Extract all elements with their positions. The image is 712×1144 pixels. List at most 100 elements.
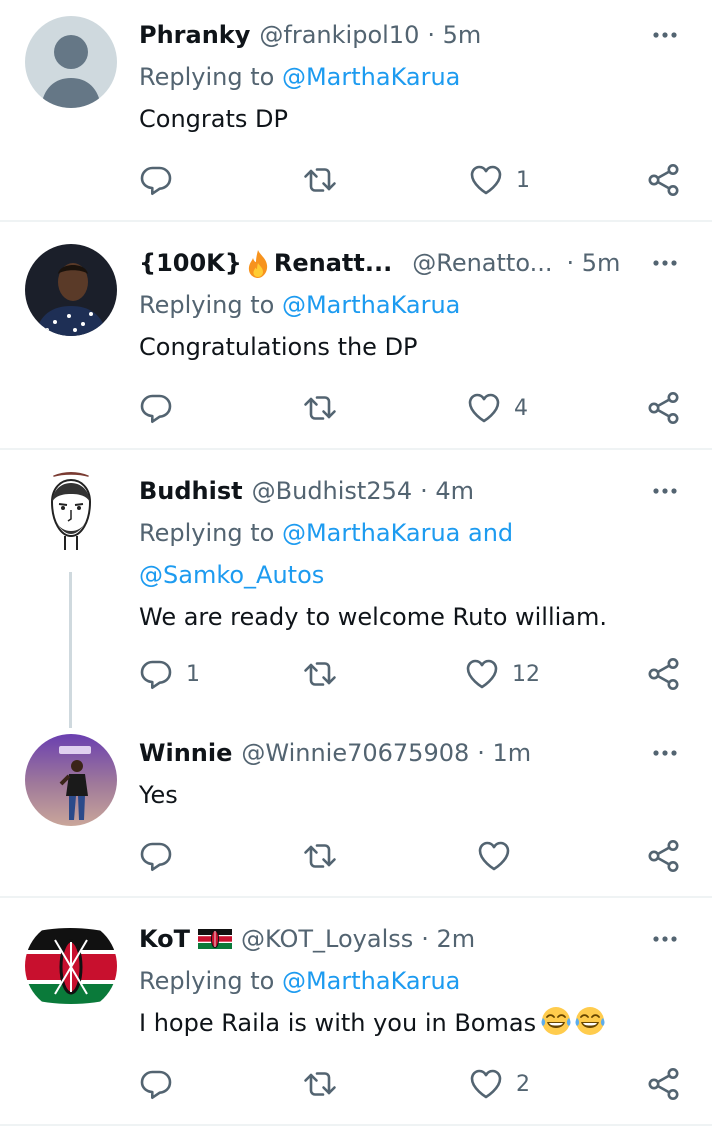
mention-link[interactable]: @MarthaKarua xyxy=(282,63,460,91)
retweet-icon xyxy=(302,838,338,874)
like-icon xyxy=(476,838,512,874)
laughing-emoji-icon xyxy=(540,1005,572,1037)
like-count: 12 xyxy=(512,661,540,687)
display-name[interactable]: KoT xyxy=(139,924,190,954)
retweet-icon xyxy=(302,656,338,692)
timestamp[interactable]: · 1m xyxy=(477,738,531,768)
timestamp[interactable]: · 5m xyxy=(427,20,481,50)
like-button[interactable]: 12 xyxy=(464,654,540,694)
action-bar: 2 xyxy=(0,1064,712,1104)
reply-icon xyxy=(138,162,174,198)
share-button[interactable] xyxy=(646,654,682,694)
retweet-icon xyxy=(302,1066,338,1102)
reply-button[interactable] xyxy=(138,160,186,200)
kenya-flag-icon xyxy=(198,929,232,949)
reply-icon xyxy=(138,656,174,692)
more-icon[interactable] xyxy=(650,20,680,50)
display-name[interactable]: Winnie xyxy=(139,738,232,768)
tweet-item[interactable]: Phranky @frankipol10 · 5m Replying to @M… xyxy=(0,0,712,222)
display-name-prefix: {100K} xyxy=(139,248,242,277)
replying-to-label: Replying to xyxy=(139,291,275,319)
share-icon xyxy=(646,1066,682,1102)
like-button[interactable]: 1 xyxy=(468,160,530,200)
like-button[interactable]: 2 xyxy=(468,1064,530,1104)
tweet-item[interactable]: Budhist @Budhist254 · 4m Replying to @Ma… xyxy=(0,450,712,728)
more-icon[interactable] xyxy=(650,924,680,954)
share-button[interactable] xyxy=(646,836,682,876)
replying-to-label: Replying to xyxy=(139,519,275,547)
more-icon[interactable] xyxy=(650,738,680,768)
kenya-flag-avatar[interactable] xyxy=(25,920,117,1012)
reply-button[interactable]: 1 xyxy=(138,654,200,694)
tweet-text: Yes xyxy=(139,781,178,809)
share-icon xyxy=(646,838,682,874)
reply-button[interactable] xyxy=(138,1064,186,1104)
photo-avatar[interactable] xyxy=(25,734,117,826)
like-button[interactable] xyxy=(476,836,524,876)
display-name-suffix: Renatt... xyxy=(273,248,393,277)
more-icon[interactable] xyxy=(650,476,680,506)
replying-to-label: Replying to xyxy=(139,967,275,995)
timestamp[interactable]: · 2m xyxy=(421,924,475,954)
retweet-button[interactable] xyxy=(302,160,350,200)
share-button[interactable] xyxy=(646,160,682,200)
flame-icon xyxy=(244,249,272,279)
retweet-icon xyxy=(302,390,338,426)
like-count: 4 xyxy=(514,395,528,421)
share-button[interactable] xyxy=(646,388,682,428)
user-handle[interactable]: @KOT_Loyalss xyxy=(241,924,413,954)
retweet-button[interactable] xyxy=(302,836,350,876)
replying-to: Replying to @MarthaKarua xyxy=(139,284,682,326)
display-name[interactable]: Phranky xyxy=(139,20,250,50)
mention-link[interactable]: @MarthaKarua xyxy=(282,291,460,319)
action-bar xyxy=(0,836,712,876)
display-name[interactable]: {100K} Renatt... xyxy=(139,248,392,279)
user-handle[interactable]: @Winnie70675908 xyxy=(241,738,469,768)
laughing-emoji-icon xyxy=(574,1005,606,1037)
user-handle[interactable]: @Renatto... xyxy=(412,248,552,278)
tweet-text-block: I hope Raila is with you in Bomas xyxy=(139,1002,682,1044)
tweet-text: Congrats DP xyxy=(139,105,288,133)
tweet-item[interactable]: KoT @KOT_Loyalss · 2m Replying to @Marth… xyxy=(0,898,712,1126)
tweet-text: Congratulations the DP xyxy=(139,333,418,361)
thread-connector xyxy=(69,572,72,728)
tweet-text: We are ready to welcome Ruto william. xyxy=(139,603,608,631)
default-avatar[interactable] xyxy=(25,16,117,108)
mention-link[interactable]: @MarthaKarua xyxy=(282,967,460,995)
reply-icon xyxy=(138,390,174,426)
user-handle[interactable]: @frankipol10 xyxy=(259,20,419,50)
user-handle[interactable]: @Budhist254 xyxy=(252,476,413,506)
reply-icon xyxy=(138,1066,174,1102)
drawn-face-avatar[interactable] xyxy=(25,472,117,564)
action-bar: 4 xyxy=(0,388,712,428)
share-icon xyxy=(646,162,682,198)
like-count: 1 xyxy=(516,167,530,193)
like-icon xyxy=(468,1066,504,1102)
replying-to: Replying to @MarthaKarua xyxy=(139,56,682,98)
reply-icon xyxy=(138,838,174,874)
replying-to-label: Replying to xyxy=(139,63,275,91)
reply-button[interactable] xyxy=(138,388,186,428)
like-count: 2 xyxy=(516,1071,530,1097)
mention-link-2[interactable]: @Samko_Autos xyxy=(139,561,324,589)
photo-avatar[interactable] xyxy=(25,244,117,336)
replying-to: Replying to @MarthaKarua xyxy=(139,960,682,1002)
action-bar: 1 xyxy=(0,160,712,200)
like-icon xyxy=(464,656,500,692)
timestamp[interactable]: · 5m xyxy=(566,248,620,278)
mention-link[interactable]: @MarthaKarua and xyxy=(282,519,513,547)
reply-button[interactable] xyxy=(138,836,186,876)
share-button[interactable] xyxy=(646,1064,682,1104)
tweet-text: I hope Raila is with you in Bomas xyxy=(139,1009,537,1037)
tweet-item[interactable]: {100K} Renatt... @Renatto... · 5m Replyin… xyxy=(0,222,712,450)
retweet-button[interactable] xyxy=(302,654,350,694)
retweet-button[interactable] xyxy=(302,1064,350,1104)
more-icon[interactable] xyxy=(650,248,680,278)
share-icon xyxy=(646,390,682,426)
like-icon xyxy=(466,390,502,426)
retweet-button[interactable] xyxy=(302,388,350,428)
like-button[interactable]: 4 xyxy=(466,388,528,428)
tweet-item[interactable]: Winnie @Winnie70675908 · 1m Yes xyxy=(0,728,712,898)
timestamp[interactable]: · 4m xyxy=(420,476,474,506)
display-name[interactable]: Budhist xyxy=(139,476,243,506)
